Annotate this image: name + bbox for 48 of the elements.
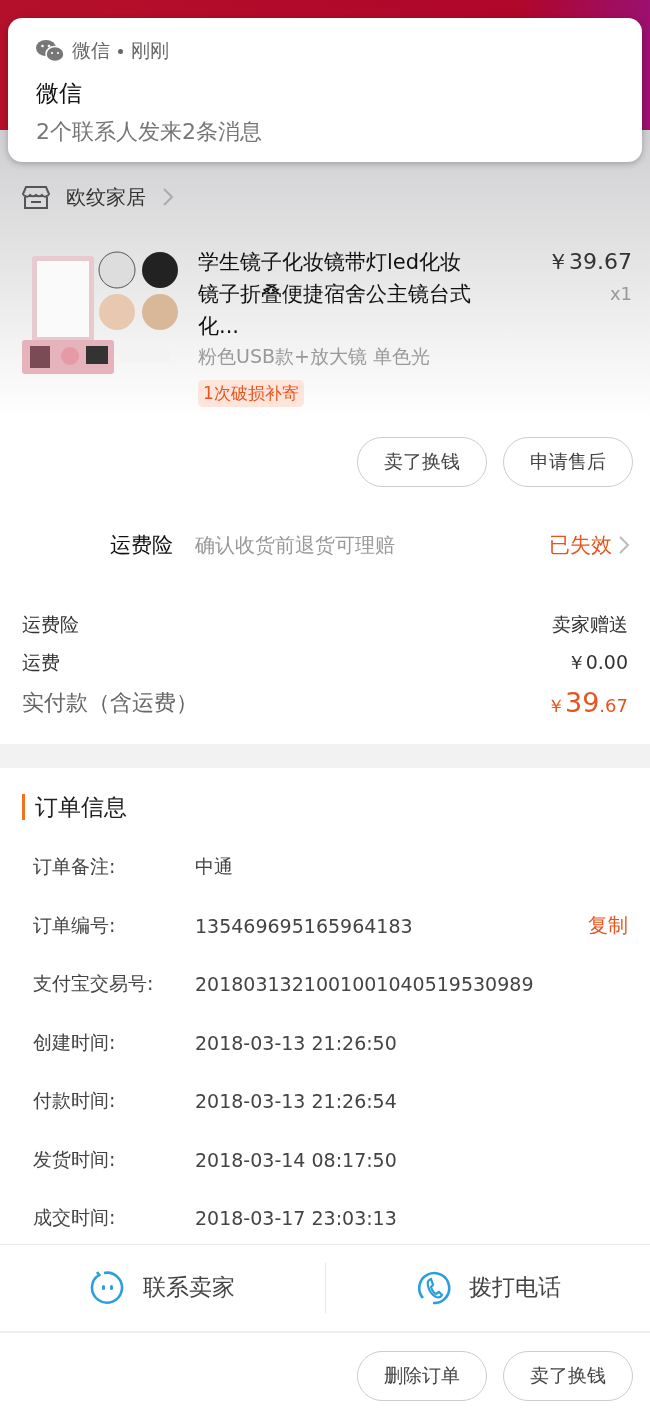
info-value: 2018-03-17 23:03:13 <box>195 1207 397 1230</box>
fee-label: 运费 <box>22 650 60 675</box>
service-tag: 1次破损补寄 <box>198 380 304 407</box>
action-button[interactable]: 删除订单 <box>357 1350 487 1401</box>
action-button[interactable]: 申请售后 <box>503 437 633 487</box>
shop-name[interactable]: 欧纹家居 <box>66 183 146 211</box>
info-value: 中通 <box>195 854 233 880</box>
separator-dot <box>118 48 123 54</box>
info-label: 订单备注: <box>33 854 117 880</box>
info-label: 支付宝交易号: <box>33 971 155 997</box>
smiley-bubble-icon <box>89 1269 126 1306</box>
info-value: 2018-03-13 21:26:54 <box>195 1090 397 1113</box>
store-icon <box>22 184 50 210</box>
info-label: 付款时间: <box>33 1088 117 1114</box>
chat-bubbles-icon <box>36 39 64 63</box>
notification-card[interactable]: 微信 刚刚 微信 2个联系人发来2条消息 <box>8 18 642 162</box>
product-variant: 粉色USB款+放大镜 单色光 <box>198 344 431 369</box>
notification-message: 2个联系人发来2条消息 <box>36 118 263 146</box>
notification-title: 微信 <box>36 79 83 108</box>
copy-link[interactable]: 复制 <box>588 912 628 940</box>
info-label: 订单编号: <box>33 912 117 938</box>
info-value: 2018031321001001040519530989 <box>195 973 534 996</box>
fee-label: 运费险 <box>22 612 79 637</box>
fee-value: ￥0.00 <box>566 650 628 675</box>
info-label: 创建时间: <box>33 1029 117 1055</box>
action-button[interactable]: 卖了换钱 <box>357 437 487 487</box>
notification-time: 刚刚 <box>131 38 169 63</box>
info-label: 发货时间: <box>33 1146 117 1172</box>
contact-button[interactable]: 联系卖家 <box>0 1244 325 1331</box>
fee-value: 卖家赠送 <box>552 612 628 637</box>
insurance-label: 运费险 <box>110 532 173 559</box>
info-value: 2018-03-14 08:17:50 <box>195 1148 397 1171</box>
info-label: 成交时间: <box>33 1205 117 1231</box>
total-amount: ￥39.67 <box>547 686 628 720</box>
app-name: 微信 <box>72 38 110 63</box>
contact-button[interactable]: 拨打电话 <box>325 1244 650 1331</box>
product-price: ￥39.67 <box>547 248 632 276</box>
product-title[interactable]: 学生镜子化妆镜带灯led化妆镜子折叠便捷宿舍公主镜台式化... <box>198 246 473 342</box>
chevron-right-icon <box>618 535 630 555</box>
insurance-status[interactable]: 已失效 <box>549 531 612 559</box>
insurance-description: 确认收货前退货可理赔 <box>195 532 396 559</box>
action-button[interactable]: 卖了换钱 <box>503 1350 633 1401</box>
quantity: x1 <box>608 282 632 306</box>
total-label: 实付款（含运费） <box>22 689 198 717</box>
info-value: 135469695165964183 <box>195 914 413 937</box>
section-title: 订单信息 <box>22 794 628 820</box>
info-value: 2018-03-13 21:26:50 <box>195 1031 397 1054</box>
chevron-right-icon <box>162 187 174 207</box>
